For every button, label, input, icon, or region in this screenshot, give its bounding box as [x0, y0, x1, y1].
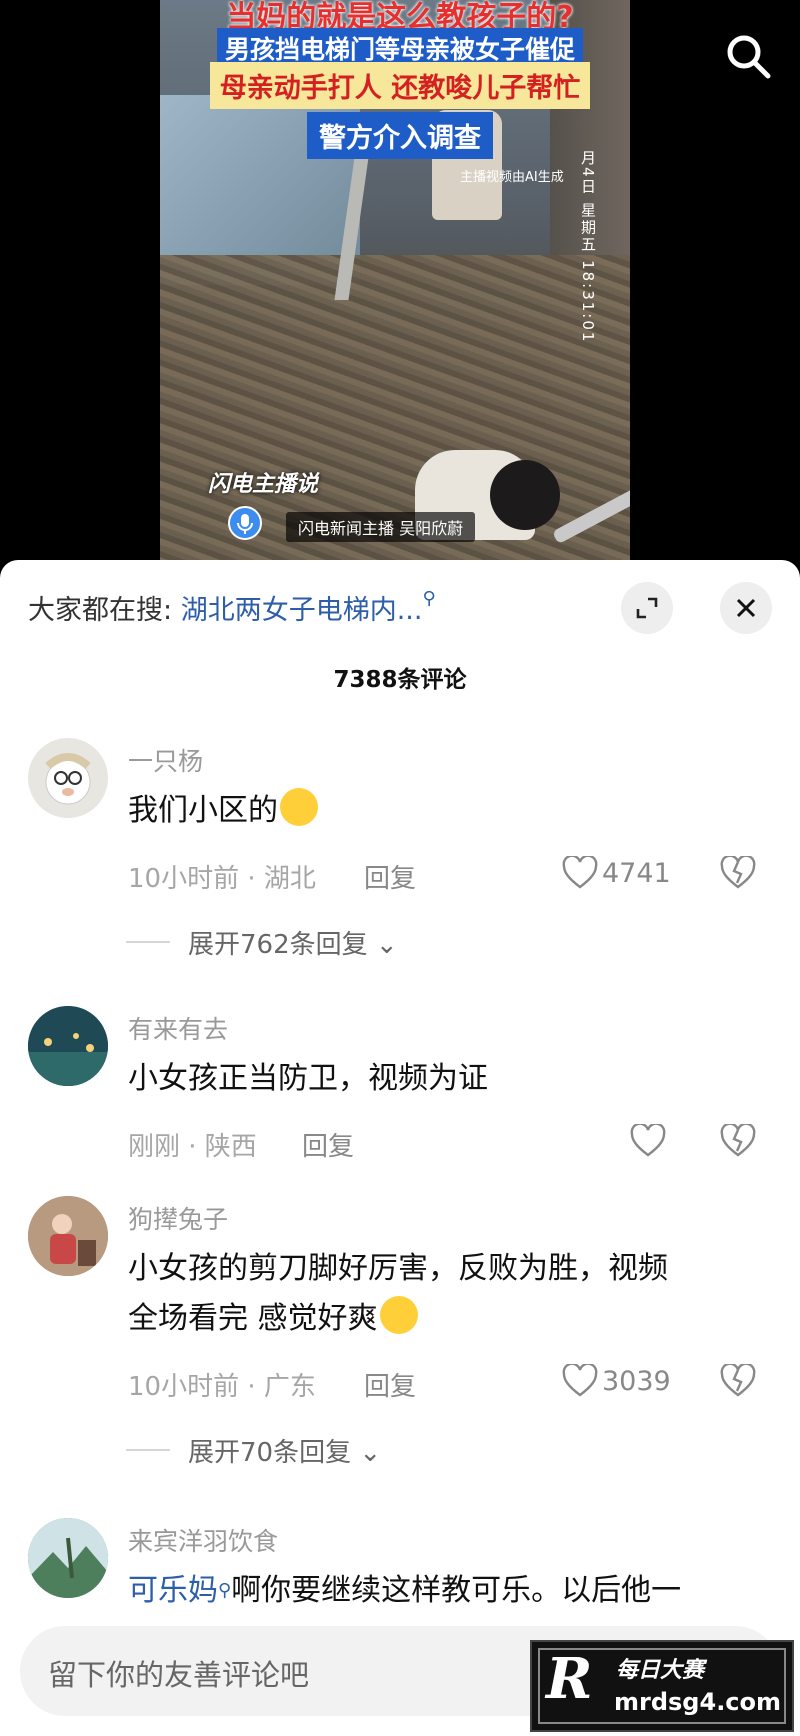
chevron-down-icon: ⌄ [375, 930, 398, 960]
dislike-button[interactable] [720, 854, 756, 894]
heart-icon [562, 1364, 598, 1397]
video-headline-4: 警方介入调查 [0, 112, 800, 159]
anchor-label: 闪电新闻主播 吴阳欣蔚 [286, 512, 476, 542]
child-head [490, 460, 560, 530]
avatar[interactable] [28, 1196, 108, 1276]
like-button[interactable]: 4741 [562, 856, 671, 890]
like-count: 3039 [602, 1365, 671, 1397]
comment-text: 我们小区的 [128, 786, 768, 836]
comment-count: 7388条评论 [333, 667, 467, 693]
cctv-timestamp: 月4日 星期五 18:31:01 [579, 150, 597, 344]
video-headline-3: 母亲动手打人 还教唆儿子帮忙 [0, 62, 800, 109]
dislike-button[interactable] [720, 1122, 756, 1162]
video-player[interactable]: 当妈的就是这么教孩子的? 男孩挡电梯门等母亲被女子催促 母亲动手打人 还教唆儿子… [0, 0, 800, 570]
trending-search-query[interactable]: 湖北两女子电梯内... [181, 595, 423, 626]
comment-username[interactable]: 一只杨 [128, 742, 203, 778]
avatar[interactable] [28, 738, 108, 818]
like-button[interactable] [630, 1124, 670, 1158]
watermark-url: mrdsg4.com [614, 1688, 782, 1716]
watermark-title: 每日大赛 [616, 1658, 705, 1683]
dislike-button[interactable] [720, 1362, 756, 1402]
expand-icon [636, 597, 658, 619]
search-small-icon: ⚲ [218, 1580, 232, 1601]
comments-sheet: 大家都在搜: 湖北两女子电梯内...⚲ 7388条评论 一只杨 我们小区的 10… [0, 560, 800, 1736]
comment-time-location: 刚刚 · 陕西 [128, 1132, 257, 1162]
comment-username[interactable]: 狗撵兔子 [128, 1200, 228, 1236]
comment-username[interactable]: 来宾洋羽饮食 [128, 1522, 278, 1558]
heart-icon [630, 1124, 666, 1157]
broken-heart-icon [720, 854, 756, 889]
comment-time-location: 10小时前 · 湖北 [128, 864, 316, 894]
mic-icon [228, 506, 262, 540]
reply-button[interactable]: 回复 [364, 858, 416, 895]
grin-emoji-icon [379, 1296, 418, 1334]
close-button[interactable] [720, 582, 772, 634]
reply-button[interactable]: 回复 [364, 1366, 416, 1403]
broken-heart-icon [720, 1122, 756, 1157]
trending-search-prefix: 大家都在搜: [28, 595, 173, 626]
comment-text: 小女孩的剪刀脚好厉害，反败为胜，视频 全场看完 感觉好爽 [128, 1251, 668, 1336]
reply-button[interactable]: 回复 [302, 1126, 354, 1163]
news-logo: 闪电主播说 [208, 472, 319, 497]
mention-link[interactable]: 可乐妈 [128, 1573, 218, 1608]
like-count: 4741 [602, 857, 671, 889]
expand-button[interactable] [621, 582, 673, 634]
crying-emoji-icon [280, 788, 318, 826]
comment-time-location: 10小时前 · 广东 [128, 1372, 316, 1402]
comment-text: 可乐妈⚲啊你要继续这样教可乐。以后他一 [128, 1573, 682, 1608]
expand-replies-button[interactable]: 展开762条回复 ⌄ [126, 924, 398, 961]
watermark-logo: R [546, 1646, 593, 1712]
search-icon[interactable] [722, 30, 774, 82]
close-icon [736, 598, 756, 618]
expand-replies-button[interactable]: 展开70条回复 ⌄ [125, 1432, 382, 1469]
comment-text: 小女孩正当防卫，视频为证 [128, 1061, 488, 1096]
like-button[interactable]: 3039 [562, 1364, 671, 1398]
trending-search[interactable]: 大家都在搜: 湖北两女子电梯内...⚲ [28, 588, 436, 627]
chevron-down-icon: ⌄ [359, 1438, 382, 1468]
heart-icon [562, 856, 598, 889]
comment-input-placeholder: 留下你的友善评论吧 [48, 1658, 310, 1692]
site-watermark: R 每日大赛 mrdsg4.com [530, 1640, 794, 1732]
ai-generated-note: 主播视频由AI生成 [460, 170, 564, 185]
avatar[interactable] [28, 1006, 108, 1086]
search-small-icon: ⚲ [422, 588, 436, 609]
avatar[interactable] [28, 1518, 108, 1598]
comment-username[interactable]: 有来有去 [128, 1010, 228, 1046]
broken-heart-icon [720, 1362, 756, 1397]
